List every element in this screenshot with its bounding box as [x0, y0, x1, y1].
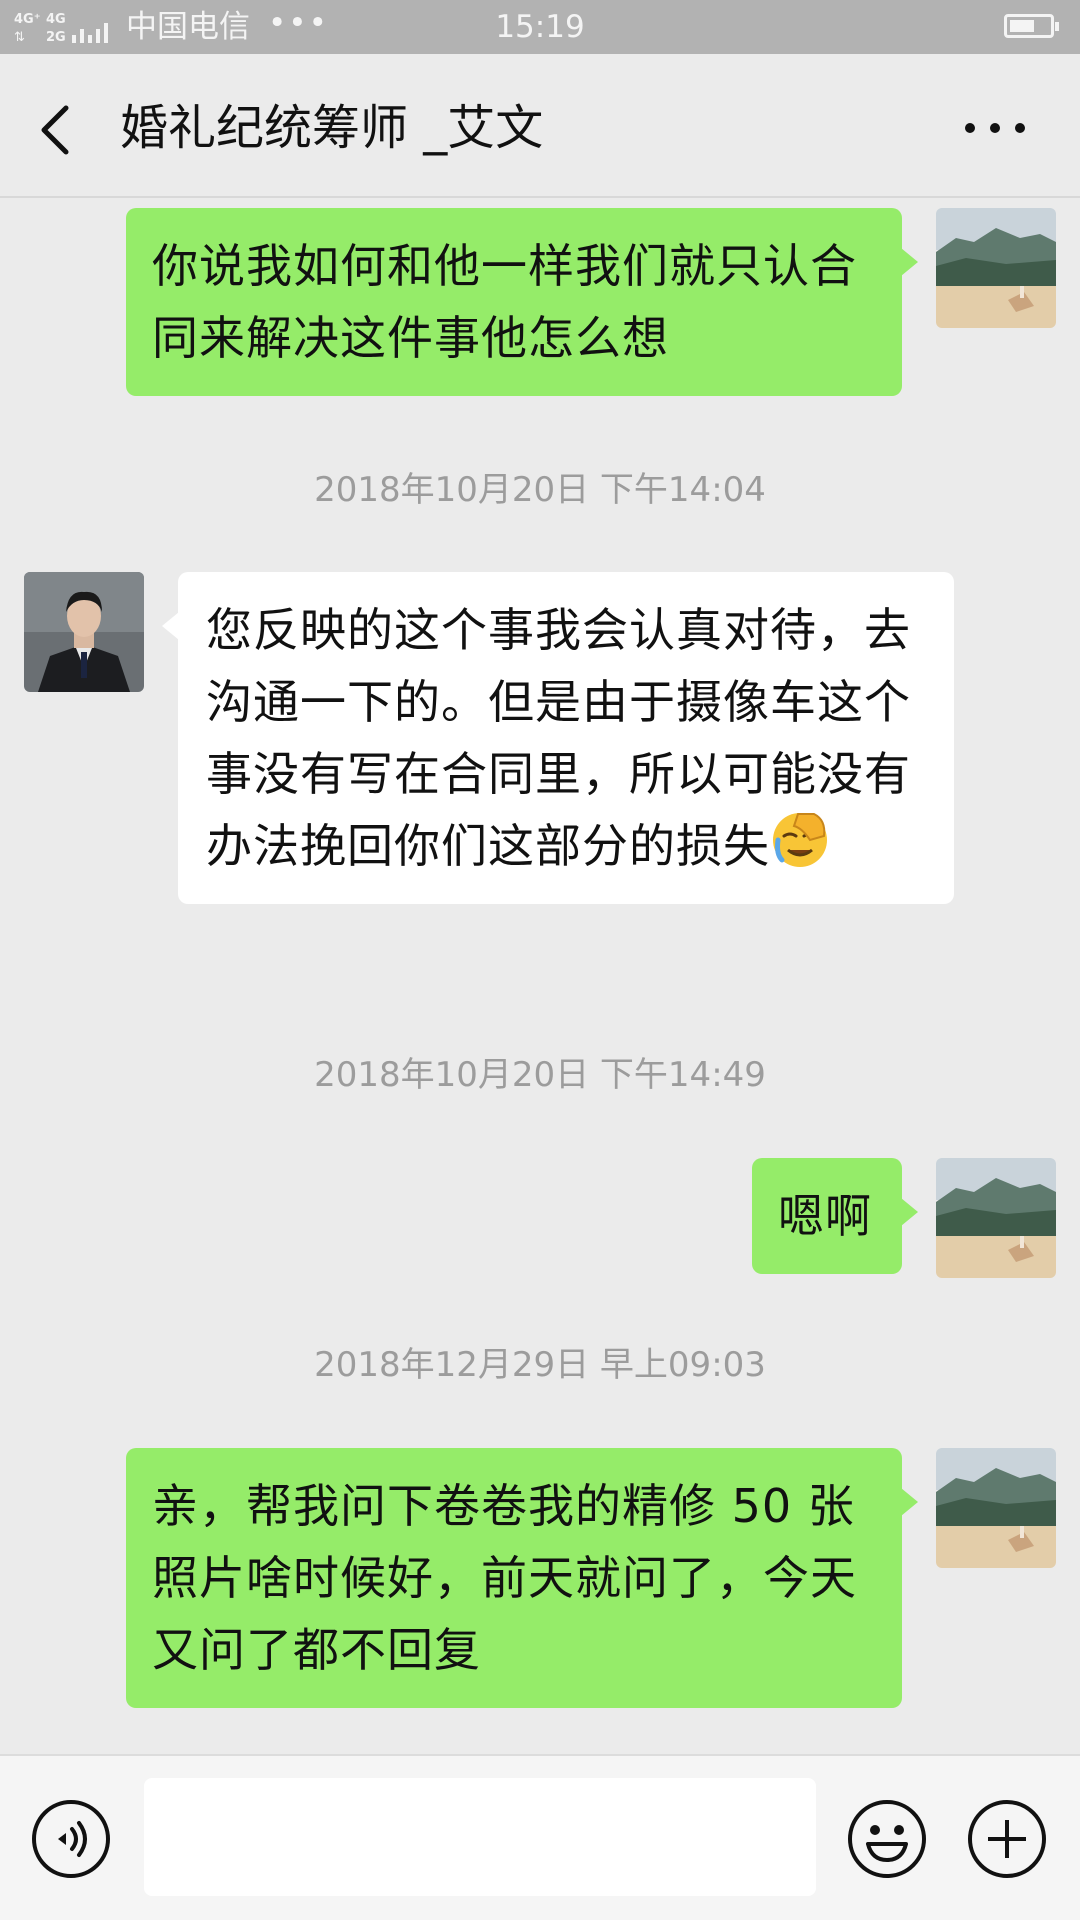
my-avatar[interactable] [936, 1448, 1056, 1568]
back-icon[interactable] [36, 102, 76, 158]
status-time: 15:19 [495, 9, 585, 45]
person-avatar-image [24, 572, 144, 692]
my-avatar[interactable] [936, 208, 1056, 328]
message-timestamp: 2018年10月20日 下午14:04 [314, 470, 766, 510]
plus-circle-icon[interactable] [966, 1798, 1048, 1880]
message-timestamp: 2018年12月29日 早上09:03 [314, 1345, 766, 1385]
my-avatar[interactable] [936, 1158, 1056, 1278]
chat-input-bar [0, 1754, 1080, 1920]
message-text: 嗯啊 [778, 1189, 872, 1243]
more-options-icon[interactable] [962, 114, 1028, 142]
message-bubble-sent[interactable]: 你说我如何和他一样我们就只认合同来解决这件事他怎么想 [126, 208, 918, 396]
landscape-avatar-image [936, 1448, 1056, 1568]
battery-level [1010, 20, 1034, 32]
message-input[interactable] [144, 1778, 816, 1896]
battery-icon [1004, 14, 1059, 38]
contact-avatar[interactable] [24, 572, 144, 692]
message-bubble-received[interactable]: 您反映的这个事我会认真对待，去沟通一下的。但是由于摄像车这个事没有写在合同里，所… [162, 572, 954, 904]
chat-title: 婚礼纪统筹师 _艾文 [120, 100, 544, 156]
message-timestamp: 2018年10月20日 下午14:49 [314, 1055, 766, 1095]
voice-icon[interactable] [30, 1798, 112, 1880]
message-text: 你说我如何和他一样我们就只认合同来解决这件事他怎么想 [152, 239, 857, 365]
status-bar: 4G⁺ ⇅ 4G 2G 中国电信 ••• 15:19 [0, 0, 1080, 54]
message-text: 亲，帮我问下卷卷我的精修 50 张照片啥时候好，前天就问了，今天又问了都不回复 [152, 1479, 857, 1677]
smiley-icon[interactable] [846, 1798, 928, 1880]
landscape-avatar-image [936, 208, 1056, 328]
message-bubble-sent[interactable]: 嗯啊 [752, 1158, 918, 1274]
chat-header: 婚礼纪统筹师 _艾文 [0, 54, 1080, 198]
landscape-avatar-image [936, 1158, 1056, 1278]
message-bubble-sent[interactable]: 亲，帮我问下卷卷我的精修 50 张照片啥时候好，前天就问了，今天又问了都不回复 [126, 1448, 918, 1708]
face-palm-crying-emoji [773, 813, 827, 867]
